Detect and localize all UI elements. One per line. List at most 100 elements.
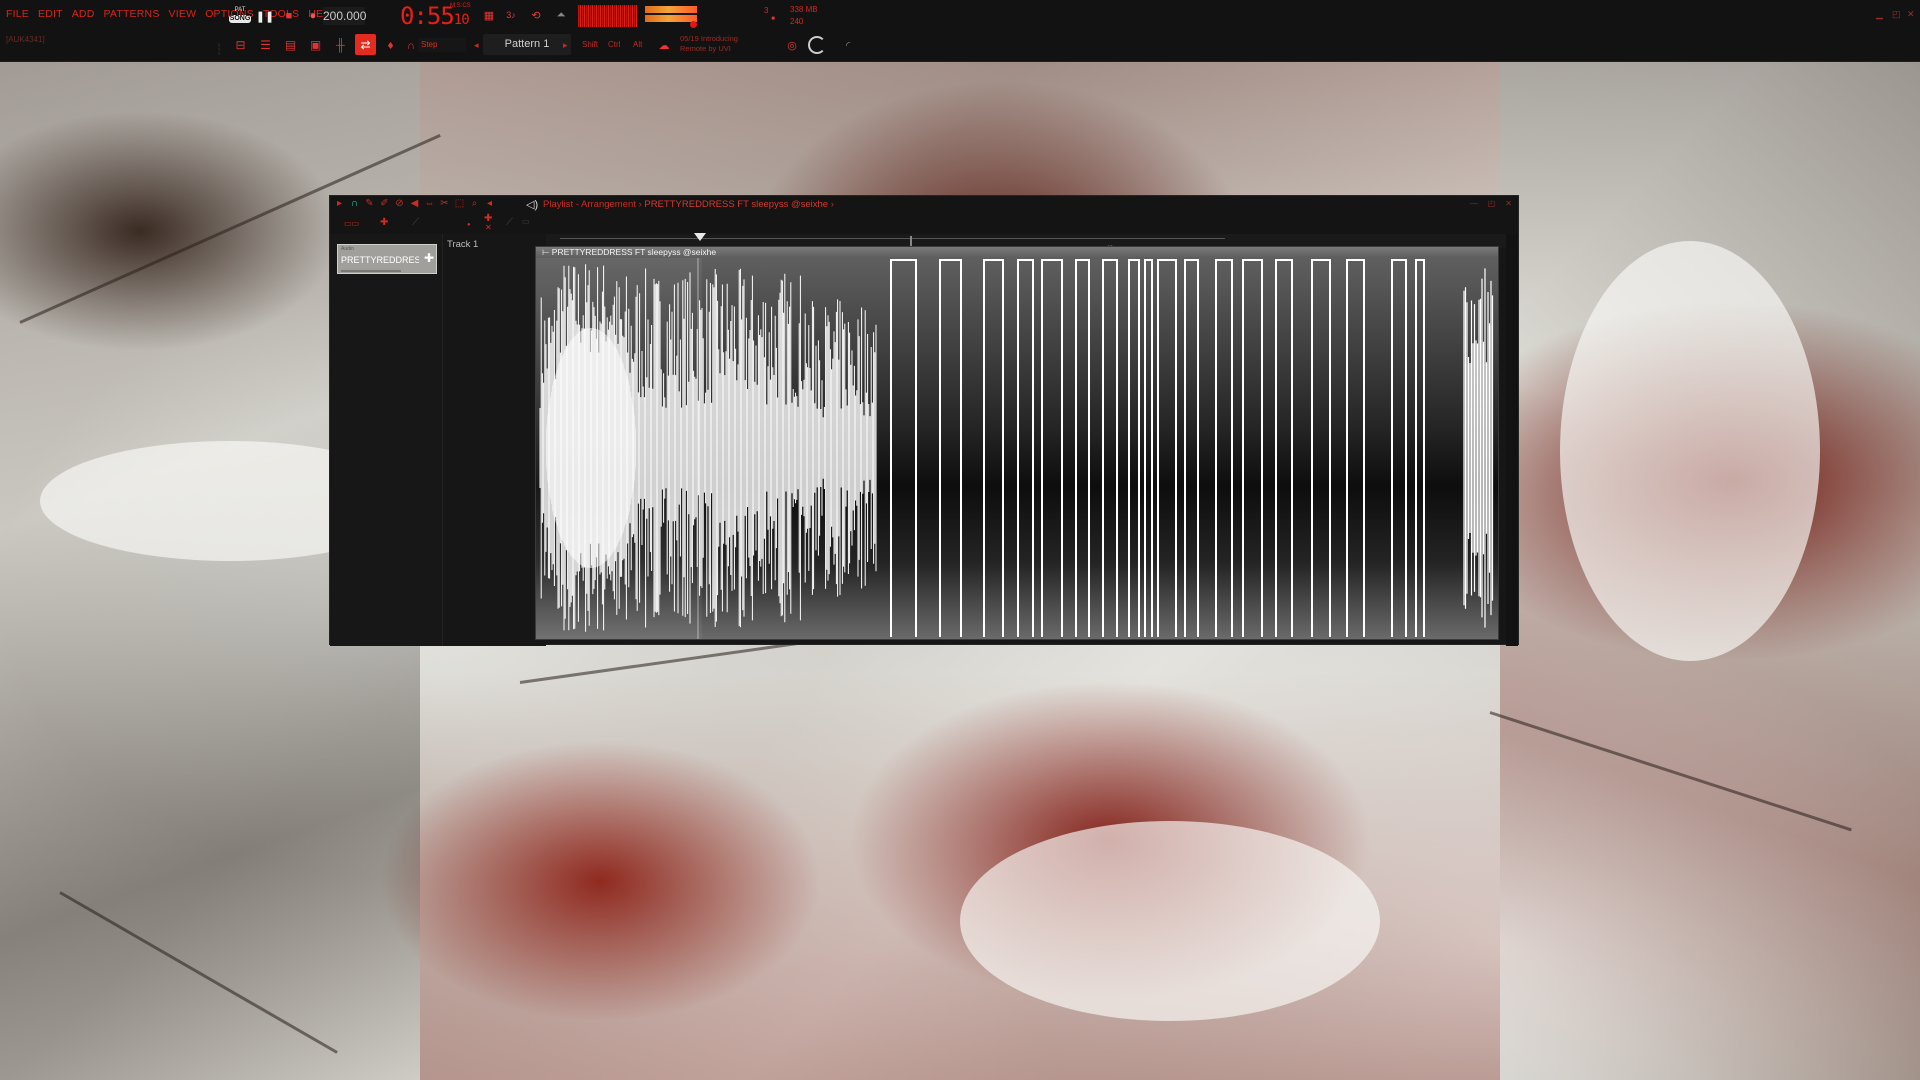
maximize-icon[interactable]: ◰ xyxy=(1488,199,1496,208)
ctrl-indicator: Ctrl xyxy=(608,40,621,49)
track-header[interactable]: Track 1 xyxy=(442,234,546,646)
polyphony-value: 240 xyxy=(790,17,804,26)
news-icon[interactable]: ☁ xyxy=(656,37,672,53)
hint-bar: [AUK4341] xyxy=(6,35,45,44)
waveform-pulse xyxy=(1215,259,1233,637)
microphone-icon[interactable]: ♦ xyxy=(380,34,401,55)
plugin-picker-icon[interactable]: ⇄ xyxy=(355,34,376,55)
waveform-pulse xyxy=(1242,259,1263,637)
close-app-icon[interactable]: ✕ xyxy=(1907,9,1915,20)
delete-icon[interactable]: ⊘ xyxy=(394,198,405,209)
menu-view[interactable]: VIEW xyxy=(169,8,197,20)
metronome-icon[interactable]: 3♪ xyxy=(503,7,519,23)
audio-clip-header[interactable]: ⊢ PRETTYREDDRESS FT sleepyss @seixhe xyxy=(536,247,1498,258)
record-icon[interactable]: ● xyxy=(305,8,321,24)
track-grid-icon[interactable]: ▭ xyxy=(522,217,530,226)
time-main: 0:55 xyxy=(400,2,455,30)
snap-magnet-icon[interactable]: ∩ xyxy=(403,38,419,54)
waveform-pulse xyxy=(1128,259,1140,637)
play-pause-icon[interactable]: ❚❚ xyxy=(256,8,274,24)
audio-clip-name: ⊢ PRETTYREDDRESS FT sleepyss @seixhe xyxy=(542,247,717,257)
magnet-icon[interactable]: ∩ xyxy=(349,198,360,209)
audio-waveform-area xyxy=(536,258,1498,639)
close-icon[interactable]: ✕ xyxy=(1505,199,1512,208)
mixer-icon[interactable]: ╫ xyxy=(330,34,351,55)
minimize-app-icon[interactable]: ▁ xyxy=(1876,9,1883,20)
picker-clip-item[interactable]: Audio PRETTYREDDRESS FT... ✚ xyxy=(337,244,437,274)
playlist-subtoolbar: ▭▭ ✚ ⟋ ● ✚ ✕ ⟋ ▭ 47 xyxy=(330,213,1518,251)
pattern-prev-icon[interactable]: ◂ xyxy=(474,40,479,51)
master-volume-knob[interactable] xyxy=(690,21,697,28)
grip-icon: ┆ xyxy=(215,43,223,56)
audio-waveform xyxy=(539,258,1494,639)
picker-item-preview xyxy=(341,270,401,272)
wallpaper-highlight xyxy=(960,821,1380,1021)
pat-song-toggle[interactable]: PAT SONG xyxy=(229,6,251,24)
news-title: Introducing xyxy=(700,34,738,43)
view-buttons-row: ⊟ ☰ ▤ ▣ ╫ ⇄ ♦ xyxy=(230,34,401,55)
track-remove-icon[interactable]: ✕ xyxy=(485,223,492,232)
pattern-song-icon[interactable]: ▦ xyxy=(481,7,497,23)
pattern-next-icon[interactable]: ▸ xyxy=(563,40,568,51)
alt-indicator: Alt xyxy=(633,40,643,49)
waveform-pulse xyxy=(890,259,917,637)
playback-icon[interactable]: ◂ xyxy=(484,198,495,209)
track-pen-icon[interactable]: ⟋ xyxy=(506,217,513,228)
cpu-dial-icon xyxy=(808,36,826,54)
piano-roll-icon[interactable]: ☰ xyxy=(255,34,276,55)
audio-clip[interactable]: ⊢ PRETTYREDDRESS FT sleepyss @seixhe xyxy=(535,246,1499,640)
paint-icon[interactable]: ✐ xyxy=(379,198,390,209)
memory-usage: 338 MB xyxy=(790,5,818,14)
picker-add-icon[interactable]: ✚ xyxy=(380,217,388,228)
vertical-scrollbar[interactable] xyxy=(1506,234,1518,646)
tempo-display[interactable]: 200.000 xyxy=(323,7,366,25)
menu-edit[interactable]: EDIT xyxy=(38,8,63,20)
playlist-titlebar[interactable]: ▸ ∩ ✎ ✐ ⊘ ◀ ⇔ ✂ ⬚ ⌕ ◂ ◁) Playlist - Arra… xyxy=(330,196,1518,214)
waveform-pulse xyxy=(1415,259,1425,637)
loop-record-icon[interactable]: ⟲ xyxy=(528,7,544,23)
picker-item-label: PRETTYREDDRESS FT... xyxy=(341,255,419,265)
audio-clip-title: PRETTYREDDRESS FT sleepyss @seixhe xyxy=(551,247,717,257)
waveform-pulse xyxy=(1184,259,1199,637)
channel-rack-icon[interactable]: ▤ xyxy=(280,34,301,55)
draw-icon[interactable]: ✎ xyxy=(364,198,375,209)
picker-pen-icon[interactable]: ⟋ xyxy=(412,217,419,228)
playlist-tool-icons: ▸ ∩ ✎ ✐ ⊘ ◀ ⇔ ✂ ⬚ ⌕ ◂ xyxy=(334,198,495,209)
picker-panel: Audio PRETTYREDDRESS FT... ✚ xyxy=(330,234,442,646)
menu-add[interactable]: ADD xyxy=(72,8,95,20)
wallpaper-highlight xyxy=(1560,241,1820,661)
options-arrow-icon[interactable]: ▸ xyxy=(334,198,345,209)
online-icon[interactable]: ◎ xyxy=(784,37,800,53)
waveform-pulse xyxy=(1075,259,1090,637)
waveform-glow xyxy=(546,328,636,568)
picker-item-add-icon[interactable]: ✚ xyxy=(424,251,434,265)
speaker-icon[interactable]: ◁) xyxy=(526,198,538,211)
slip-icon[interactable]: ⇔ xyxy=(424,198,435,209)
browser-icon[interactable]: ▣ xyxy=(305,34,326,55)
select-icon[interactable]: ⬚ xyxy=(454,198,465,209)
wait-input-icon[interactable]: ⏶ xyxy=(553,7,569,23)
pattern-selector[interactable]: Pattern 1 xyxy=(483,34,571,55)
slice-icon[interactable]: ✂ xyxy=(439,198,450,209)
waveform-pulse xyxy=(983,259,1004,637)
shift-indicator: Shift xyxy=(582,40,599,49)
waveform-pulse xyxy=(1157,259,1177,637)
mute-icon[interactable]: ◀ xyxy=(409,198,420,209)
news-subtitle: Remote by UVI xyxy=(680,44,731,53)
playhead-marker[interactable] xyxy=(694,233,706,241)
playlist-icon[interactable]: ⊟ xyxy=(230,34,251,55)
news-ticker[interactable]: 05/19 Introducing Remote by UVI xyxy=(680,34,738,54)
waveform-pulse xyxy=(1346,259,1365,637)
maximize-app-icon[interactable]: ◰ xyxy=(1892,9,1901,20)
horizontal-scrollbar[interactable] xyxy=(560,236,1225,247)
playlist-window-controls: — ◰ ✕ xyxy=(1470,199,1512,208)
snap-selector[interactable]: Step xyxy=(418,38,466,52)
menu-patterns[interactable]: PATTERNS xyxy=(103,8,159,20)
track-mark-icon[interactable]: ● xyxy=(467,222,471,228)
picker-view-icon[interactable]: ▭▭ xyxy=(344,219,359,228)
stop-icon[interactable]: ■ xyxy=(281,8,297,24)
zoom-icon[interactable]: ⌕ xyxy=(469,198,480,209)
minimize-icon[interactable]: — xyxy=(1470,199,1478,208)
menu-file[interactable]: FILE xyxy=(6,8,29,20)
waveform-pulse xyxy=(1311,259,1331,637)
